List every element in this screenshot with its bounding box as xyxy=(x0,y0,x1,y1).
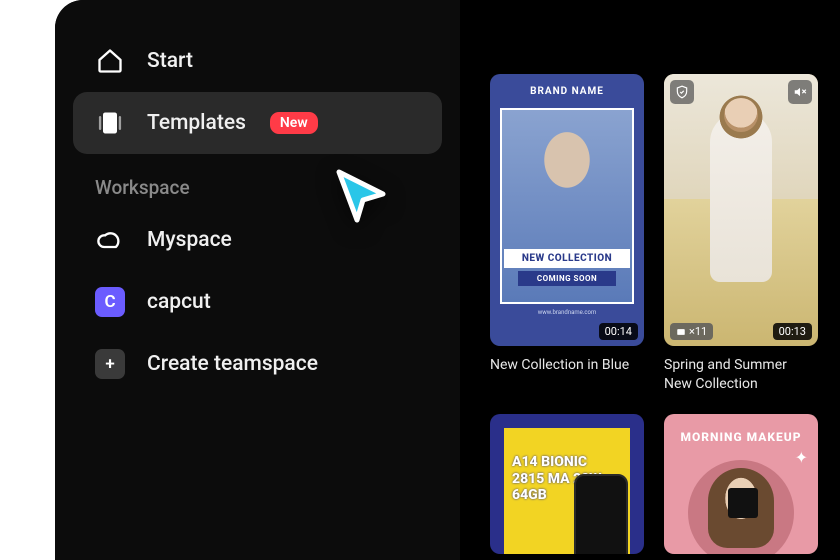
template-thumbnail: BRAND NAME NEW COLLECTION COMING SOON ww… xyxy=(490,74,644,346)
overlay-header: MORNING MAKEUP xyxy=(664,430,818,444)
template-thumbnail: MORNING MAKEUP ✦ xyxy=(664,414,818,554)
template-thumbnail: A14 BIONIC 2815 MA 20W 64GB xyxy=(490,414,644,554)
sparkle-icon: ✦ xyxy=(795,448,808,467)
template-card[interactable]: MORNING MAKEUP ✦ xyxy=(664,414,818,554)
shield-icon xyxy=(670,80,694,104)
sidebar: Start Templates New Workspace Myspace C … xyxy=(55,0,460,560)
template-gallery: BRAND NAME NEW COLLECTION COMING SOON ww… xyxy=(460,0,840,560)
template-grid: BRAND NAME NEW COLLECTION COMING SOON ww… xyxy=(490,74,840,554)
cursor-icon xyxy=(333,168,391,226)
overlay-line1: NEW COLLECTION xyxy=(504,249,630,268)
duration-badge: 00:13 xyxy=(773,323,812,340)
plus-icon: + xyxy=(95,349,125,379)
template-card[interactable]: A14 BIONIC 2815 MA 20W 64GB xyxy=(490,414,644,554)
overlay-portrait xyxy=(688,460,794,554)
nav-start-label: Start xyxy=(147,49,193,73)
create-teamspace-label: Create teamspace xyxy=(147,352,318,376)
clip-count-badge: ×11 xyxy=(670,323,713,340)
template-title: New Collection in Blue xyxy=(490,356,644,375)
workspace-myspace-label: Myspace xyxy=(147,228,232,252)
overlay-brand: BRAND NAME xyxy=(490,86,644,97)
overlay-site: www.brandname.com xyxy=(490,309,644,316)
nav-start[interactable]: Start xyxy=(73,30,442,92)
template-card[interactable]: ×11 00:13 Spring and Summer New Collecti… xyxy=(664,74,818,394)
overlay-line2: COMING SOON xyxy=(518,271,616,286)
home-icon xyxy=(95,46,125,76)
template-card[interactable]: BRAND NAME NEW COLLECTION COMING SOON ww… xyxy=(490,74,644,394)
create-teamspace[interactable]: + Create teamspace xyxy=(73,333,442,395)
templates-icon xyxy=(95,108,125,138)
duration-badge: 00:14 xyxy=(599,323,638,340)
app-root: Start Templates New Workspace Myspace C … xyxy=(55,0,840,560)
cloud-icon xyxy=(95,225,125,255)
mute-icon xyxy=(788,80,812,104)
workspace-capcut-label: capcut xyxy=(147,290,211,314)
workspace-avatar: C xyxy=(95,287,125,317)
overlay-phone xyxy=(574,474,628,554)
new-badge: New xyxy=(270,112,318,134)
nav-templates[interactable]: Templates New xyxy=(73,92,442,154)
template-title: Spring and Summer New Collection xyxy=(664,356,818,394)
workspace-capcut[interactable]: C capcut xyxy=(73,271,442,333)
template-thumbnail: ×11 00:13 xyxy=(664,74,818,346)
nav-templates-label: Templates xyxy=(147,111,246,135)
